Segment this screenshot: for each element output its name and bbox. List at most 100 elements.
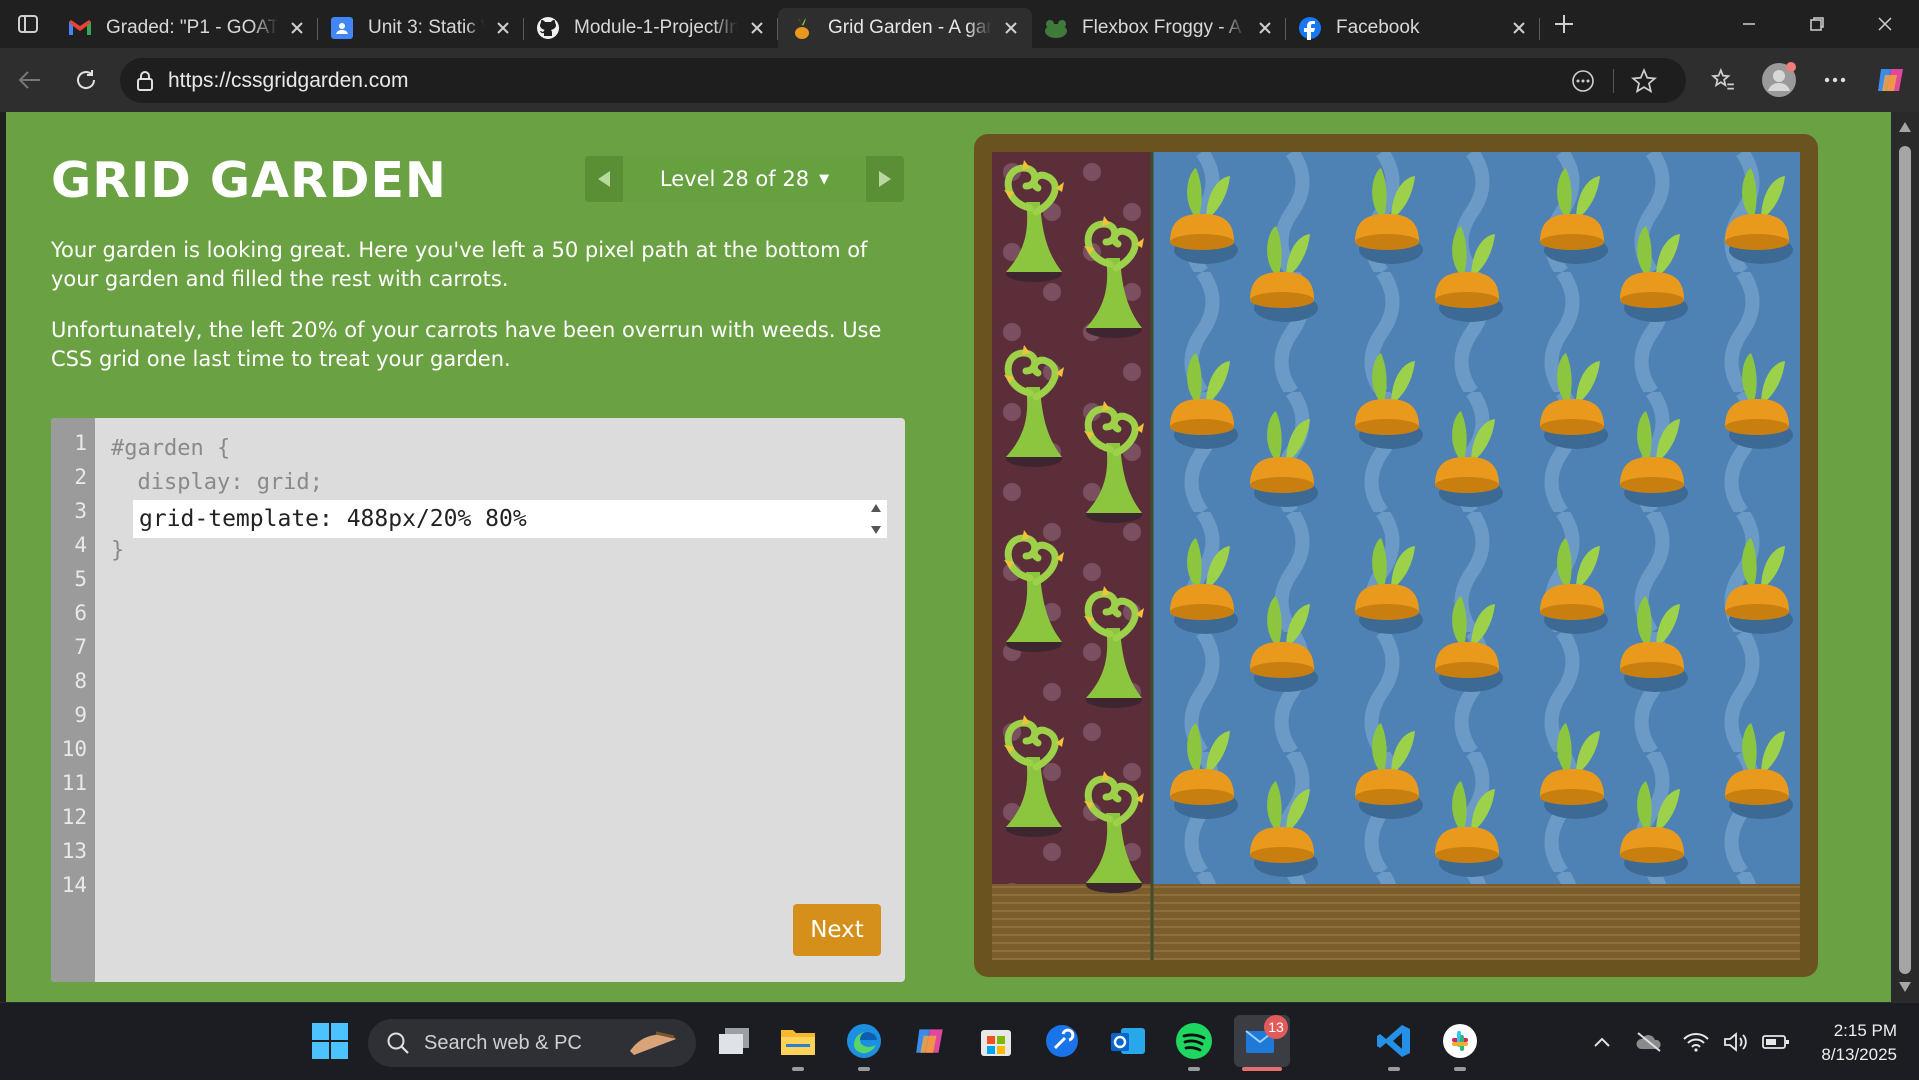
instruction-paragraph: Your garden is looking great. Here you'v… xyxy=(51,238,868,291)
close-window-button[interactable] xyxy=(1851,0,1919,48)
garden-board xyxy=(992,152,1800,960)
restore-button[interactable] xyxy=(1783,0,1851,48)
previous-level-button[interactable] xyxy=(585,156,623,202)
outlook-active-button[interactable]: 13 xyxy=(1234,1015,1290,1071)
chevron-up-icon xyxy=(1594,1037,1610,1047)
close-tab-icon[interactable] xyxy=(286,17,308,39)
file-explorer-button[interactable] xyxy=(772,1015,824,1071)
search-highlight-icon xyxy=(630,1031,676,1055)
line-number: 7 xyxy=(74,635,87,659)
ellipsis-icon xyxy=(1824,77,1846,83)
tab-title: Facebook xyxy=(1336,17,1420,38)
favorites-button[interactable] xyxy=(1695,67,1751,93)
tab-strip: Graded: "P1 - GOAT" Unit 3: Static Web D… xyxy=(0,0,1919,48)
tab-actions-icon xyxy=(18,15,38,33)
back-button[interactable] xyxy=(2,52,58,108)
running-indicator xyxy=(1388,1067,1400,1071)
line-number-gutter: 1 2 3 4 5 6 7 8 9 10 11 12 13 14 xyxy=(51,418,95,982)
restore-icon xyxy=(1810,17,1824,31)
next-button[interactable]: Next xyxy=(793,904,881,956)
line-number: 2 xyxy=(74,465,87,489)
tab-flexbox-froggy[interactable]: Flexbox Froggy - A game xyxy=(1032,8,1286,48)
running-indicator xyxy=(1454,1067,1466,1071)
close-tab-icon[interactable] xyxy=(1000,17,1022,39)
taskbar-search[interactable]: Search web & PC xyxy=(368,1019,696,1067)
caret-down-icon: ▼ xyxy=(819,171,830,187)
lock-icon xyxy=(137,70,153,91)
close-tab-icon[interactable] xyxy=(492,17,514,39)
css-code-input[interactable] xyxy=(133,500,887,538)
close-tab-icon[interactable] xyxy=(1254,17,1276,39)
level-selector[interactable]: Level 28 of 28 ▼ xyxy=(623,156,866,202)
copilot-button[interactable] xyxy=(1863,65,1919,95)
store-button[interactable] xyxy=(970,1015,1022,1067)
code-line: } xyxy=(111,538,125,563)
clock-time: 2:15 PM xyxy=(1833,1021,1897,1040)
tab-title: Grid Garden - A game xyxy=(828,17,992,38)
notification-badge: 13 xyxy=(1264,1015,1288,1039)
onedrive-button[interactable] xyxy=(1624,1031,1674,1053)
next-level-arrow[interactable] xyxy=(866,156,904,202)
system-tray xyxy=(1580,1003,1798,1080)
profile-button[interactable] xyxy=(1751,62,1807,98)
clock[interactable]: 2:15 PM 8/13/2025 xyxy=(1821,1019,1897,1067)
show-hidden-icons-button[interactable] xyxy=(1580,1036,1624,1048)
vscode-button[interactable] xyxy=(1368,1015,1420,1071)
speaker-icon xyxy=(1724,1031,1747,1052)
battery-button[interactable] xyxy=(1754,1034,1798,1050)
store-icon xyxy=(981,1030,1011,1056)
vscode-icon xyxy=(1377,1025,1410,1057)
tab-facebook[interactable]: Facebook xyxy=(1286,8,1540,48)
tab-github[interactable]: Module-1-Project/Index xyxy=(524,8,778,48)
tab-title: Module-1-Project/Index xyxy=(574,17,738,38)
spotify-icon xyxy=(1176,1023,1212,1059)
minimize-icon xyxy=(1743,23,1755,25)
page-scrollbar[interactable] xyxy=(1891,112,1919,1002)
outlook-button[interactable] xyxy=(1102,1015,1154,1067)
new-tab-button[interactable] xyxy=(1540,0,1588,48)
folder-icon xyxy=(781,1030,815,1055)
slack-button[interactable] xyxy=(1434,1015,1486,1071)
settings-more-button[interactable] xyxy=(1807,77,1863,83)
level-navigation: Level 28 of 28 ▼ xyxy=(585,156,904,202)
address-bar[interactable]: https://cssgridgarden.com xyxy=(120,58,1686,103)
tab-classroom[interactable]: Unit 3: Static Web Design xyxy=(318,8,524,48)
tab-gmail[interactable]: Graded: "P1 - GOAT" xyxy=(56,8,318,48)
line-number: 3 xyxy=(74,499,87,523)
reading-mode-button[interactable] xyxy=(1553,69,1613,93)
gmail-icon xyxy=(68,16,92,40)
search-placeholder: Search web & PC xyxy=(424,1031,582,1054)
favorite-button[interactable] xyxy=(1614,67,1674,94)
frog-icon xyxy=(1044,16,1068,40)
copilot-icon xyxy=(1878,69,1903,91)
refresh-button[interactable] xyxy=(58,52,114,108)
tab-title: Flexbox Froggy - A game xyxy=(1082,17,1246,38)
scroll-spinner[interactable] xyxy=(869,504,883,534)
scrollbar-thumb[interactable] xyxy=(1899,146,1911,974)
tab-title: Unit 3: Static Web Design xyxy=(368,17,484,38)
garden-path xyxy=(992,884,1800,960)
copilot-app-button[interactable] xyxy=(904,1015,956,1067)
start-button[interactable] xyxy=(304,1015,356,1067)
edge-button[interactable] xyxy=(838,1015,890,1071)
close-tab-icon[interactable] xyxy=(1508,17,1530,39)
spotify-button[interactable] xyxy=(1168,1015,1220,1071)
minimize-button[interactable] xyxy=(1715,0,1783,48)
line-number: 14 xyxy=(61,873,87,897)
url-text[interactable]: https://cssgridgarden.com xyxy=(168,69,408,93)
volume-button[interactable] xyxy=(1718,1031,1754,1053)
wifi-button[interactable] xyxy=(1674,1032,1718,1052)
back-arrow-icon xyxy=(18,71,40,89)
task-view-button[interactable] xyxy=(708,1015,760,1067)
copilot-icon xyxy=(916,1029,943,1053)
app-button[interactable] xyxy=(1036,1015,1088,1067)
code-line: display: grid; xyxy=(111,470,323,495)
carrot-icon xyxy=(790,16,814,40)
close-tab-icon[interactable] xyxy=(746,17,768,39)
line-number: 13 xyxy=(61,839,87,863)
tab-actions-button[interactable] xyxy=(0,0,56,48)
scroll-down-icon xyxy=(1899,982,1911,992)
facebook-icon xyxy=(1298,16,1322,40)
close-icon xyxy=(1878,17,1892,31)
tab-grid-garden[interactable]: Grid Garden - A game xyxy=(778,8,1032,48)
